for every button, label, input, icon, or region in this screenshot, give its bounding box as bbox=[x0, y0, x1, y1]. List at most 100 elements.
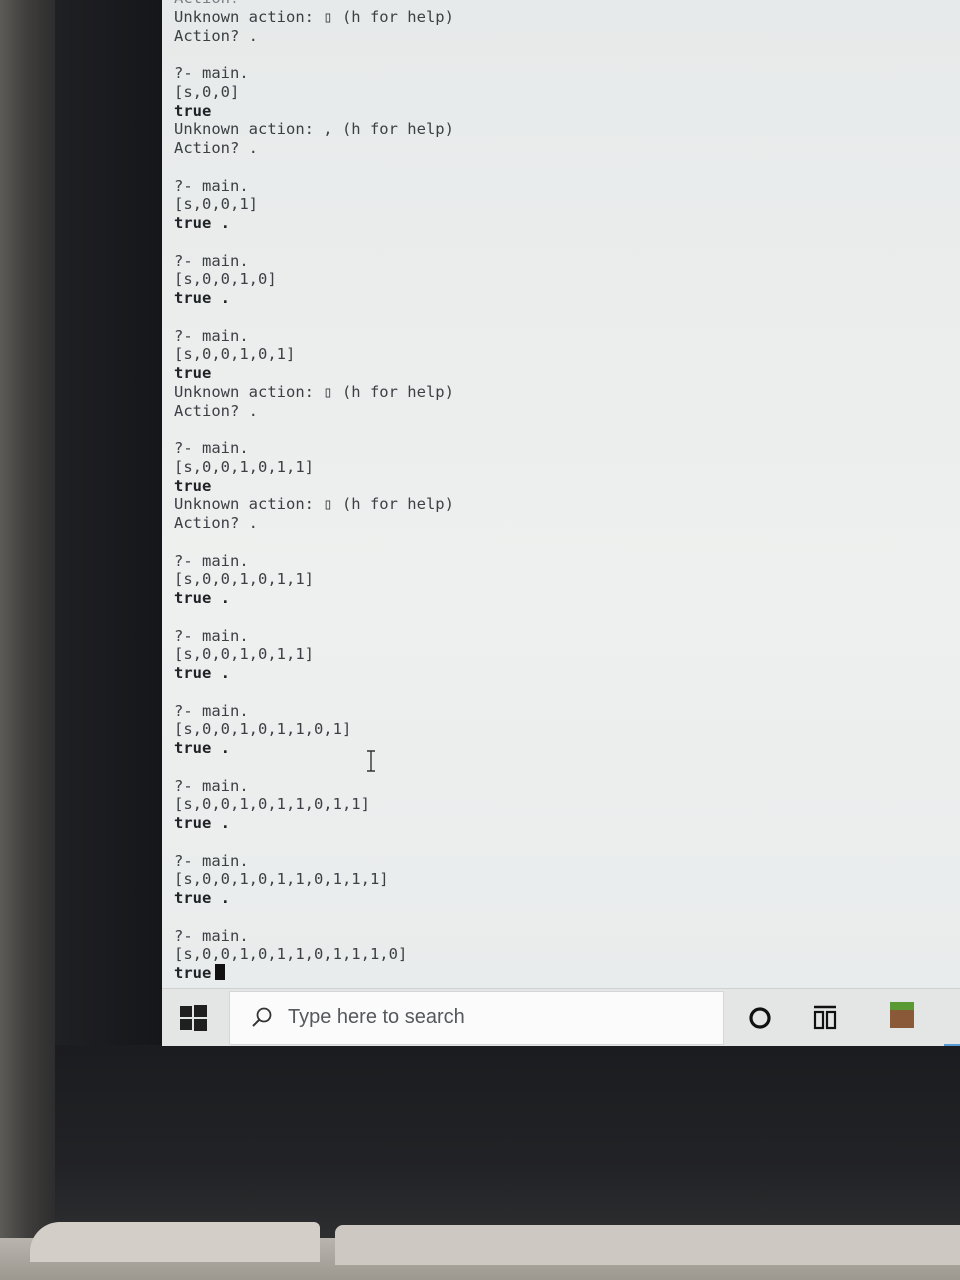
console-line-text: true bbox=[174, 964, 212, 982]
console-line: Action? . bbox=[174, 27, 454, 46]
console-line-text: [s,0,0,1,0,1,1,0,1,1] bbox=[174, 795, 370, 814]
screen: Action?Unknown action: ▯ (h for help)Act… bbox=[162, 0, 960, 1046]
console-line: [s,0,0,1,0,1,1] bbox=[174, 458, 454, 477]
console-line-text: Action? . bbox=[174, 26, 258, 45]
console-line-text: true . bbox=[174, 664, 230, 682]
minecraft-taskbar-button[interactable] bbox=[890, 1002, 920, 1032]
taskbar: Type here to search bbox=[162, 988, 960, 1046]
console-line: true . bbox=[174, 739, 454, 758]
console-line: true bbox=[174, 364, 454, 383]
console-line: [s,0,0,1,0,1,1] bbox=[174, 570, 454, 589]
console-line: true bbox=[174, 477, 454, 496]
console-line-text: ?- main. bbox=[174, 176, 249, 195]
console-line-text: [s,0,0,1,0,1,1] bbox=[174, 645, 314, 664]
console-line-text: Unknown action: ▯ (h for help) bbox=[174, 7, 454, 26]
search-placeholder: Type here to search bbox=[288, 1006, 465, 1028]
cortana-button[interactable] bbox=[746, 1004, 774, 1032]
console-line-text: Action? . bbox=[174, 514, 258, 532]
console-line: true . bbox=[174, 214, 454, 233]
console-line-text: ?- main. bbox=[174, 251, 249, 270]
console-line: Unknown action: ▯ (h for help) bbox=[174, 383, 454, 402]
console-line: true . bbox=[174, 814, 454, 833]
console-line-text: Action? . bbox=[174, 401, 258, 420]
console-line: true . bbox=[174, 889, 454, 908]
console-line-text: true . bbox=[174, 889, 230, 907]
console-line-text: true . bbox=[174, 589, 230, 607]
console-line: Unknown action: , (h for help) bbox=[174, 120, 454, 139]
console-line: Action? . bbox=[174, 514, 454, 533]
search-icon bbox=[252, 1007, 272, 1027]
console-line-text: ?- main. bbox=[174, 64, 249, 82]
console-line: true . bbox=[174, 589, 454, 608]
console-line: true . bbox=[174, 664, 454, 683]
console-line: [s,0,0,1,0,1,1,0,1] bbox=[174, 720, 454, 739]
console-line: ?- main. bbox=[174, 852, 454, 871]
console-line-text: ?- main. bbox=[174, 851, 249, 870]
console-line: ?- main. bbox=[174, 702, 454, 721]
console-line-text: true bbox=[174, 476, 212, 495]
text-cursor-icon bbox=[367, 750, 375, 772]
console-line-text: [s,0,0,1,0,1] bbox=[174, 345, 296, 364]
console-line: ?- main. bbox=[174, 439, 454, 458]
console-line: ?- main. bbox=[174, 252, 454, 271]
task-view-button[interactable] bbox=[810, 1003, 840, 1033]
console-line: [s,0,0,1,0,1,1] bbox=[174, 645, 454, 664]
console-line: ?- main. bbox=[174, 552, 454, 571]
console-line-text: Unknown action: ▯ (h for help) bbox=[174, 382, 454, 401]
console-line-text: ?- main. bbox=[174, 626, 249, 645]
console-line: Action? bbox=[174, 0, 454, 8]
console-line: [s,0,0,1,0] bbox=[174, 270, 454, 289]
prolog-console[interactable]: Action?Unknown action: ▯ (h for help)Act… bbox=[162, 0, 960, 988]
console-line-text: [s,0,0,1,0,1,1] bbox=[174, 570, 314, 589]
console-line-text: ?- main. bbox=[174, 701, 249, 720]
laptop-hinge-right bbox=[335, 1225, 960, 1265]
console-line: ?- main. bbox=[174, 64, 454, 83]
console-line: [s,0,0,1,0,1] bbox=[174, 345, 454, 364]
console-line-text: [s,0,0,1,0,1,1,0,1,1,1] bbox=[174, 870, 389, 889]
console-line-text: Unknown action: ▯ (h for help) bbox=[174, 495, 454, 514]
console-line-text: ?- main. bbox=[174, 551, 249, 570]
console-line-text: Unknown action: , (h for help) bbox=[174, 120, 454, 139]
console-line-text: ?- main. bbox=[174, 326, 249, 345]
console-line: ?- main. bbox=[174, 927, 454, 946]
console-line-text: true . bbox=[174, 214, 230, 232]
console-line-text: [s,0,0] bbox=[174, 82, 240, 101]
console-line-text: [s,0,0,1,0,1,1,0,1,1,1,0] bbox=[174, 945, 408, 964]
console-line-text: true . bbox=[174, 739, 230, 757]
task-view-icon bbox=[813, 1005, 837, 1030]
console-output: Action?Unknown action: ▯ (h for help)Act… bbox=[174, 0, 454, 983]
console-line: ?- main. bbox=[174, 627, 454, 646]
console-line: Unknown action: ▯ (h for help) bbox=[174, 8, 454, 27]
console-line: true . bbox=[174, 289, 454, 308]
laptop-hinge-left bbox=[30, 1222, 320, 1262]
windows-start-icon bbox=[180, 1005, 207, 1031]
console-line-text: ?- main. bbox=[174, 776, 249, 795]
console-line: Unknown action: ▯ (h for help) bbox=[174, 495, 454, 514]
console-line: ?- main. bbox=[174, 327, 454, 346]
start-button[interactable] bbox=[176, 1001, 210, 1035]
block-cursor bbox=[215, 964, 226, 980]
console-line-text: true bbox=[174, 364, 212, 382]
cortana-icon bbox=[749, 1007, 771, 1029]
console-line: ?- main. bbox=[174, 177, 454, 196]
laptop-chassis-edge bbox=[0, 0, 60, 1280]
console-line: Action? . bbox=[174, 402, 454, 421]
console-line-text: [s,0,0,1,0] bbox=[174, 270, 277, 289]
console-line-text: Action? . bbox=[174, 139, 258, 157]
console-line-text: ?- main. bbox=[174, 926, 249, 945]
console-line-text: Action? bbox=[174, 0, 239, 7]
taskbar-search-box[interactable]: Type here to search bbox=[229, 991, 724, 1045]
console-line-text: [s,0,0,1,0,1,1,0,1] bbox=[174, 720, 352, 739]
console-line-text: [s,0,0,1,0,1,1] bbox=[174, 457, 314, 476]
active-app-indicator bbox=[944, 1044, 960, 1046]
